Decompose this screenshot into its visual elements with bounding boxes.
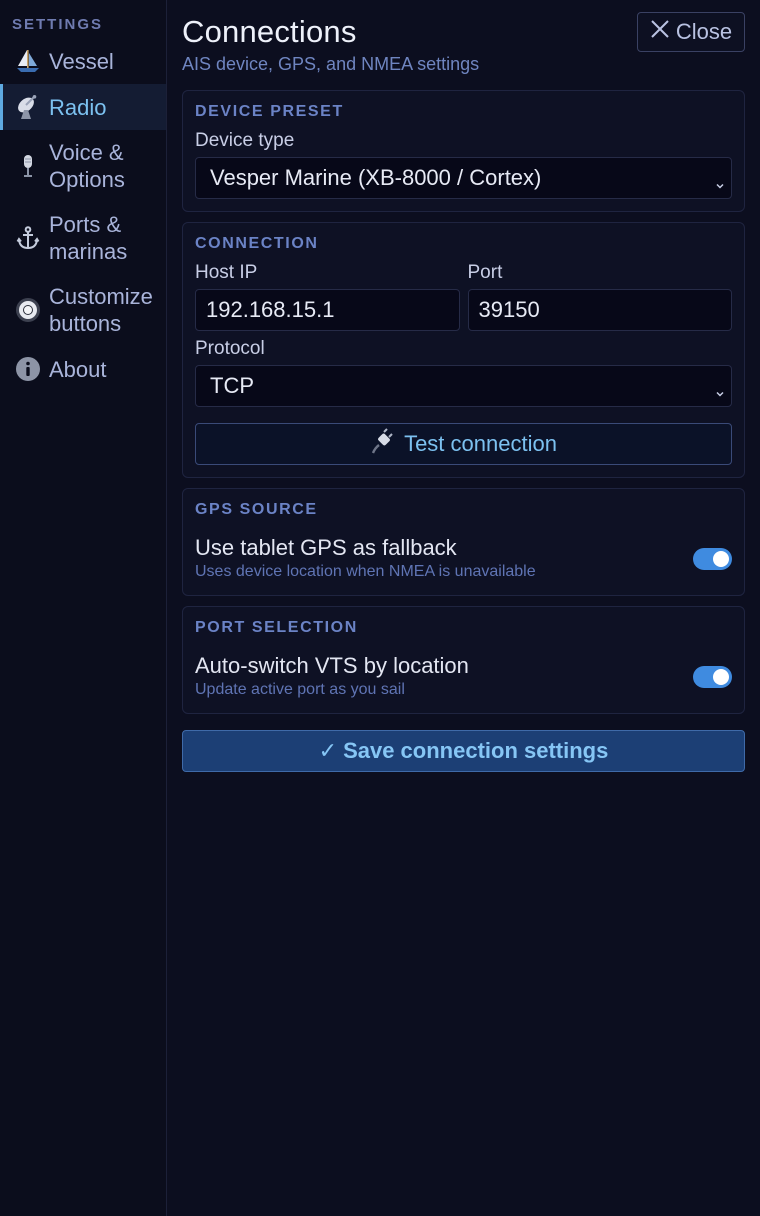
auto-switch-row: Auto-switch VTS by location Update activ…: [195, 653, 732, 701]
gps-source-card: GPS SOURCE Use tablet GPS as fallback Us…: [182, 488, 745, 596]
device-type-value: Vesper Marine (XB-8000 / Cortex): [210, 165, 542, 190]
test-connection-button[interactable]: Test connection: [195, 423, 732, 465]
host-column: Host IP 192.168.15.1: [195, 255, 460, 331]
auto-switch-title: Auto-switch VTS by location: [195, 653, 469, 678]
sidebar-item-label: Ports & marinas: [49, 212, 128, 264]
main-content: Connections AIS device, GPS, and NMEA se…: [167, 0, 760, 1216]
gps-fallback-description: Uses device location when NMEA is unavai…: [195, 563, 536, 580]
radio-button-icon: [14, 296, 42, 324]
satellite-antenna-icon: [14, 93, 42, 121]
auto-switch-text: Auto-switch VTS by location Update activ…: [195, 653, 469, 701]
sidebar-item-label: Voice & Options: [49, 140, 125, 192]
settings-app: SETTINGS Vessel Radio Voice & Options Po…: [0, 0, 760, 1216]
host-port-row: Host IP 192.168.15.1 Port 39150: [195, 255, 732, 331]
sidebar-item-ports-marinas[interactable]: Ports & marinas: [0, 202, 166, 274]
sidebar-item-label: About: [49, 356, 107, 382]
save-label: Save connection settings: [343, 738, 609, 763]
section-heading: GPS SOURCE: [195, 501, 318, 518]
close-label: Close: [675, 19, 733, 44]
page-subtitle: AIS device, GPS, and NMEA settings: [182, 54, 480, 74]
gps-fallback-toggle[interactable]: [693, 548, 732, 570]
toggle-knob: [713, 669, 729, 685]
sidebar-item-customize-buttons[interactable]: Customize buttons: [0, 274, 166, 346]
host-ip-label: Host IP: [195, 262, 258, 283]
auto-switch-toggle[interactable]: [693, 666, 732, 688]
sidebar-item-label: Vessel: [49, 48, 114, 74]
plug-icon: [370, 428, 396, 460]
port-input[interactable]: 39150: [467, 289, 732, 331]
toggle-knob: [713, 551, 729, 567]
sidebar-item-vessel[interactable]: Vessel: [0, 38, 166, 84]
section-heading: PORT SELECTION: [195, 619, 358, 636]
sailboat-icon: [14, 47, 42, 75]
sidebar-item-label: Radio: [49, 94, 107, 120]
port-label: Port: [467, 262, 503, 283]
page-header: Connections AIS device, GPS, and NMEA se…: [182, 12, 745, 90]
sidebar-item-about[interactable]: About: [0, 346, 166, 392]
host-ip-input[interactable]: 192.168.15.1: [195, 289, 460, 331]
auto-switch-description: Update active port as you sail: [195, 681, 405, 698]
device-preset-card: DEVICE PRESET Device type Vesper Marine …: [182, 90, 745, 212]
chevron-down-icon: [714, 172, 726, 189]
protocol-value: TCP: [210, 373, 254, 398]
connection-card: CONNECTION Host IP 192.168.15.1 Port 391…: [182, 222, 745, 478]
device-type-label: Device type: [195, 130, 295, 151]
save-connection-settings-button[interactable]: ✓ Save connection settings: [182, 730, 745, 772]
sidebar-item-label: Customize buttons: [49, 284, 153, 336]
protocol-label: Protocol: [195, 338, 265, 359]
close-button[interactable]: Close: [637, 12, 745, 52]
anchor-icon: [14, 224, 42, 252]
close-icon: [650, 19, 670, 45]
port-column: Port 39150: [467, 255, 732, 331]
section-heading: DEVICE PRESET: [195, 103, 344, 120]
gps-fallback-row: Use tablet GPS as fallback Uses device l…: [195, 535, 732, 583]
microphone-icon: [14, 152, 42, 180]
sidebar-item-radio[interactable]: Radio: [0, 84, 166, 130]
info-icon: [14, 355, 42, 383]
section-heading: CONNECTION: [195, 235, 319, 252]
device-type-select[interactable]: Vesper Marine (XB-8000 / Cortex): [195, 157, 732, 199]
test-connection-label: Test connection: [404, 431, 557, 456]
sidebar: SETTINGS Vessel Radio Voice & Options Po…: [0, 0, 167, 1216]
sidebar-heading: SETTINGS: [12, 16, 104, 33]
gps-fallback-text: Use tablet GPS as fallback Uses device l…: [195, 535, 536, 583]
checkmark-icon: ✓: [318, 738, 338, 763]
sidebar-item-voice-options[interactable]: Voice & Options: [0, 130, 166, 202]
port-selection-card: PORT SELECTION Auto-switch VTS by locati…: [182, 606, 745, 714]
gps-fallback-title: Use tablet GPS as fallback: [195, 535, 457, 560]
chevron-down-icon: [714, 380, 726, 397]
protocol-select[interactable]: TCP: [195, 365, 732, 407]
